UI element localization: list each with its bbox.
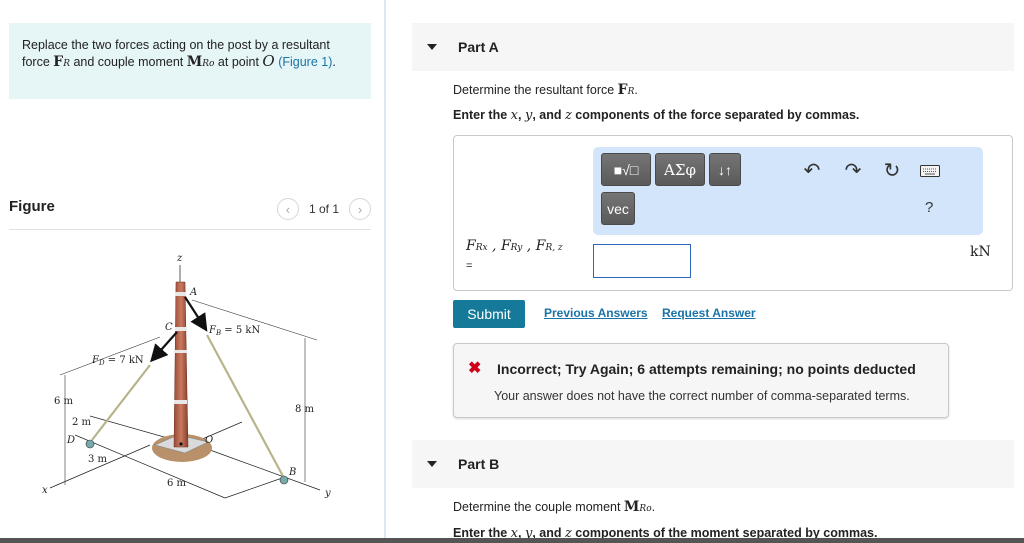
figure-pager: ‹ 1 of 1 › [276, 198, 371, 220]
input-label-f2: F [500, 238, 511, 254]
moment-subscript: Ro [202, 59, 215, 69]
instr-c: , and [532, 108, 565, 122]
chevron-right-icon[interactable]: › [349, 198, 371, 220]
answer-input[interactable] [593, 244, 691, 278]
redo-icon[interactable]: ↷ [842, 159, 864, 182]
part-a-instruction: Enter the x, y, and z components of the … [453, 108, 859, 123]
label-x: x [42, 485, 48, 496]
label-fb: FB = 5 kN [208, 325, 260, 337]
input-label-sub2: Ry [510, 243, 523, 253]
reset-icon[interactable]: ↻ [880, 158, 904, 182]
post-band-3 [175, 350, 187, 353]
templates-button[interactable]: ■√□ [601, 153, 651, 186]
q-text: Determine the couple moment [453, 500, 624, 514]
answer-box: ■√□ ΑΣφ ↓↑ vec ↶ ↷ ↻ ? FRx , FRy , FR, z… [453, 135, 1013, 291]
force-arrow-fb [184, 296, 208, 332]
instr-z: z [564, 108, 572, 123]
greek-symbols-button[interactable]: ΑΣφ [655, 153, 705, 186]
problem-statement: Replace the two forces acting on the pos… [9, 23, 371, 99]
instr-a: Enter the [453, 108, 511, 122]
q-text: Determine the resultant force [453, 83, 618, 97]
instr-x: x [510, 108, 518, 123]
unit-label: kN [970, 244, 991, 260]
point-o-dot [179, 442, 183, 446]
error-x-icon: ✖ [468, 360, 482, 377]
instr-d: components of the force separated by com… [571, 108, 860, 122]
moment-symbol: M [186, 54, 203, 70]
q-subscript: Ro [639, 504, 652, 514]
collapse-triangle-icon[interactable] [427, 461, 437, 467]
label-6m-left: 6 m [54, 396, 74, 407]
feedback-title: Incorrect; Try Again; 6 attempts remaini… [497, 361, 916, 377]
input-label: FRx , FRy , FR, z [466, 238, 563, 254]
input-equals: = [466, 260, 473, 272]
anchor-d [85, 439, 95, 449]
request-answer-link[interactable]: Request Answer [662, 306, 756, 320]
math-toolbar: ■√□ ΑΣφ ↓↑ vec ↶ ↷ ↻ ? [593, 147, 983, 235]
input-label-f3: F [535, 238, 546, 254]
label-o: O [205, 435, 213, 446]
post-band-c [175, 327, 186, 331]
instr-b: , [518, 108, 525, 122]
problem-text-after: at point [214, 55, 263, 69]
force-subscript: R [63, 59, 70, 69]
problem-tail: . [332, 55, 336, 69]
feedback-box: ✖ Incorrect; Try Again; 6 attempts remai… [453, 343, 949, 418]
input-label-f1: F [466, 238, 476, 254]
label-y: y [324, 488, 331, 499]
sort-arrows-button[interactable]: ↓↑ [709, 153, 741, 186]
right-panel: Part A Determine the resultant force FR.… [386, 0, 1024, 543]
chevron-left-icon[interactable]: ‹ [276, 198, 299, 220]
part-b-header[interactable]: Part B [412, 440, 1014, 488]
label-3m: 3 m [88, 454, 108, 465]
part-b-question: Determine the couple moment MRo. [453, 499, 656, 515]
force-symbol: F [53, 54, 64, 70]
q-subscript: R [627, 87, 635, 97]
q-symbol: F [617, 82, 628, 98]
figure-link[interactable]: (Figure 1) [278, 55, 332, 69]
point-symbol: O [262, 52, 275, 70]
part-a-question: Determine the resultant force FR. [453, 82, 638, 98]
problem-text-mid: and couple moment [70, 55, 187, 69]
label-2m: 2 m [72, 417, 92, 428]
undo-icon[interactable]: ↶ [801, 159, 823, 182]
force-arrow-fd [150, 331, 178, 363]
label-fd: FD = 7 kN [91, 355, 144, 367]
part-a-label: Part A [458, 39, 499, 55]
left-panel: Replace the two forces acting on the pos… [0, 0, 384, 543]
label-d: D [66, 435, 75, 446]
anchor-b [279, 475, 289, 485]
submit-button[interactable]: Submit [453, 300, 525, 328]
part-a-header[interactable]: Part A [412, 23, 1014, 71]
label-8m: 8 m [295, 404, 315, 415]
input-label-sub1: Rx [475, 243, 488, 253]
keyboard-glyph [920, 165, 940, 177]
pager-text: 1 of 1 [308, 202, 339, 216]
post-band-a [175, 292, 186, 296]
input-label-sub3: R, z [545, 243, 563, 253]
previous-answers-link[interactable]: Previous Answers [544, 306, 648, 320]
keyboard-icon[interactable] [920, 165, 940, 177]
label-6m-bottom: 6 m [167, 478, 187, 489]
figure-title: Figure [9, 198, 55, 215]
ground-line-4 [224, 476, 286, 499]
help-icon[interactable]: ? [925, 199, 933, 216]
label-b: B [288, 467, 296, 478]
feedback-message: Your answer does not have the correct nu… [494, 389, 910, 403]
bottom-scrollbar[interactable] [0, 538, 1024, 543]
q-symbol: M [623, 499, 640, 515]
label-z: z [176, 253, 183, 264]
post-diagram: z x y A C D O B FB = 5 kN FD = 7 kN 6 m … [42, 253, 331, 499]
vector-button[interactable]: vec [601, 192, 635, 225]
cable-b [206, 334, 285, 479]
cable-d [91, 364, 151, 441]
figure-header: Figure ‹ 1 of 1 › [9, 196, 371, 230]
label-c: C [165, 322, 173, 333]
post [173, 281, 189, 448]
collapse-triangle-icon[interactable] [427, 44, 437, 50]
label-a: A [189, 287, 197, 298]
post-band-4 [174, 400, 187, 404]
part-b-label: Part B [458, 456, 500, 472]
